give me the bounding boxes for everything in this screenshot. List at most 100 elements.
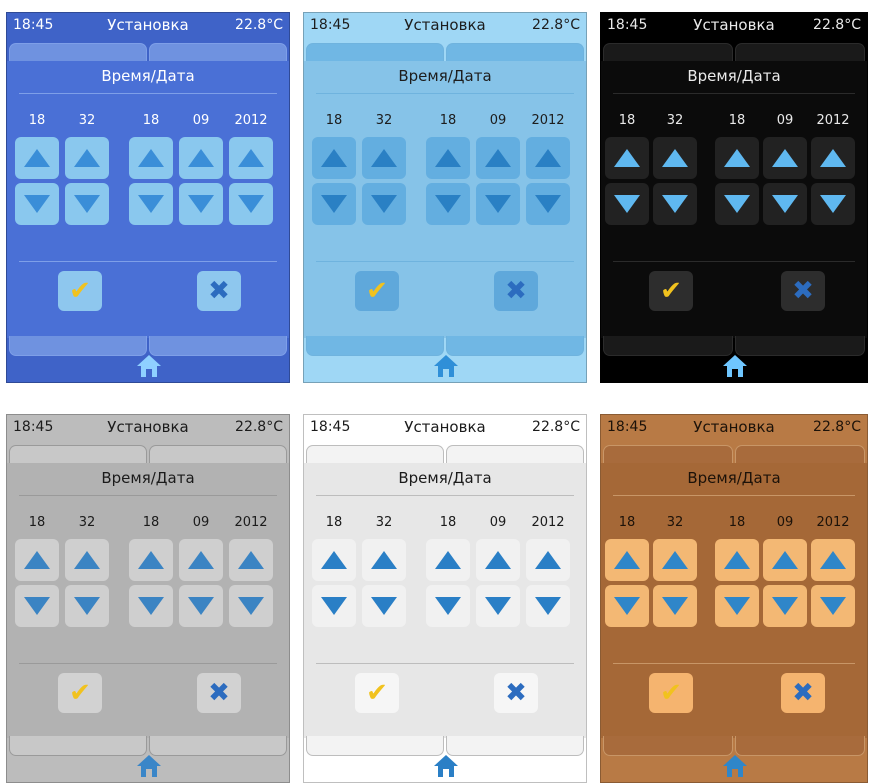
arrow-up-icon (435, 551, 461, 569)
increment-button[interactable] (362, 539, 406, 581)
decrement-button[interactable] (426, 585, 470, 627)
top-tab (603, 43, 733, 63)
increment-button[interactable] (811, 539, 855, 581)
increment-button[interactable] (229, 137, 273, 179)
top-tab-row (601, 43, 867, 63)
top-tab (306, 445, 444, 465)
decrement-button[interactable] (229, 585, 273, 627)
increment-button[interactable] (426, 539, 470, 581)
decrement-button[interactable] (229, 183, 273, 225)
decrement-button[interactable] (526, 585, 570, 627)
decrement-button[interactable] (362, 585, 406, 627)
home-icon[interactable] (136, 354, 162, 378)
increment-button[interactable] (426, 137, 470, 179)
cancel-button[interactable]: ✖ (494, 673, 538, 713)
decrement-button[interactable] (811, 183, 855, 225)
cancel-button[interactable]: ✖ (197, 271, 241, 311)
value-label: 2012 (531, 113, 565, 128)
decrement-button[interactable] (476, 585, 520, 627)
cancel-button[interactable]: ✖ (781, 271, 825, 311)
decrement-button[interactable] (179, 183, 223, 225)
increment-button[interactable] (312, 137, 356, 179)
arrow-up-icon (74, 551, 100, 569)
home-icon[interactable] (722, 754, 748, 778)
arrow-down-icon (820, 597, 846, 615)
arrow-down-icon (238, 597, 264, 615)
increment-button[interactable] (476, 137, 520, 179)
increment-button[interactable] (605, 539, 649, 581)
confirm-button[interactable]: ✔ (649, 271, 693, 311)
status-bar: 18:45 Установка 22.8°C (601, 13, 867, 39)
increment-button[interactable] (65, 137, 109, 179)
value-label: 2012 (234, 113, 268, 128)
increment-button[interactable] (653, 539, 697, 581)
decrement-button[interactable] (312, 183, 356, 225)
increment-button[interactable] (763, 539, 807, 581)
increment-button[interactable] (362, 137, 406, 179)
top-tab (603, 445, 733, 465)
increment-button[interactable] (15, 539, 59, 581)
increment-button[interactable] (129, 539, 173, 581)
increment-button[interactable] (811, 137, 855, 179)
value-label: 2012 (234, 515, 268, 530)
value-label: 18 (142, 515, 160, 530)
decrement-button[interactable] (15, 585, 59, 627)
increment-button[interactable] (763, 137, 807, 179)
increment-button[interactable] (15, 137, 59, 179)
decrement-button[interactable] (715, 183, 759, 225)
confirm-button[interactable]: ✔ (58, 271, 102, 311)
increment-button[interactable] (65, 539, 109, 581)
decrement-button[interactable] (653, 585, 697, 627)
title-divider (316, 93, 574, 94)
bottom-tab (306, 736, 444, 756)
increment-button[interactable] (129, 137, 173, 179)
decrement-button[interactable] (129, 585, 173, 627)
confirm-button[interactable]: ✔ (355, 271, 399, 311)
home-icon[interactable] (433, 754, 459, 778)
confirm-button[interactable]: ✔ (58, 673, 102, 713)
screen-panel: 18:45 Установка 22.8°C Время/Дата 18 32 18 09 20… (600, 12, 868, 383)
decrement-button[interactable] (811, 585, 855, 627)
decrement-button[interactable] (65, 183, 109, 225)
decrement-button[interactable] (179, 585, 223, 627)
increment-button[interactable] (526, 539, 570, 581)
decrement-button[interactable] (763, 585, 807, 627)
decrement-button[interactable] (129, 183, 173, 225)
confirm-button[interactable]: ✔ (355, 673, 399, 713)
increment-button[interactable] (179, 137, 223, 179)
decrement-button[interactable] (15, 183, 59, 225)
increment-button[interactable] (312, 539, 356, 581)
decrement-button[interactable] (763, 183, 807, 225)
decrement-button[interactable] (476, 183, 520, 225)
increment-button[interactable] (715, 539, 759, 581)
decrement-button[interactable] (605, 183, 649, 225)
home-icon[interactable] (722, 354, 748, 378)
decrement-button[interactable] (526, 183, 570, 225)
status-bar: 18:45 Установка 22.8°C (7, 13, 289, 39)
cancel-button[interactable]: ✖ (494, 271, 538, 311)
decrement-button[interactable] (653, 183, 697, 225)
decrement-button[interactable] (715, 585, 759, 627)
increment-button[interactable] (653, 137, 697, 179)
arrow-up-icon (321, 149, 347, 167)
arrow-down-icon (662, 195, 688, 213)
decrement-button[interactable] (362, 183, 406, 225)
cancel-button[interactable]: ✖ (781, 673, 825, 713)
top-tab-row (304, 43, 586, 63)
increment-button[interactable] (715, 137, 759, 179)
decrement-button[interactable] (312, 585, 356, 627)
increment-button[interactable] (605, 137, 649, 179)
increment-button[interactable] (179, 539, 223, 581)
cancel-button[interactable]: ✖ (197, 673, 241, 713)
home-icon[interactable] (433, 354, 459, 378)
decrement-button[interactable] (605, 585, 649, 627)
increment-button[interactable] (229, 539, 273, 581)
decrement-button[interactable] (426, 183, 470, 225)
top-tab (446, 43, 584, 63)
increment-button[interactable] (526, 137, 570, 179)
section-title: Время/Дата (101, 67, 195, 85)
decrement-button[interactable] (65, 585, 109, 627)
confirm-button[interactable]: ✔ (649, 673, 693, 713)
home-icon[interactable] (136, 754, 162, 778)
increment-button[interactable] (476, 539, 520, 581)
